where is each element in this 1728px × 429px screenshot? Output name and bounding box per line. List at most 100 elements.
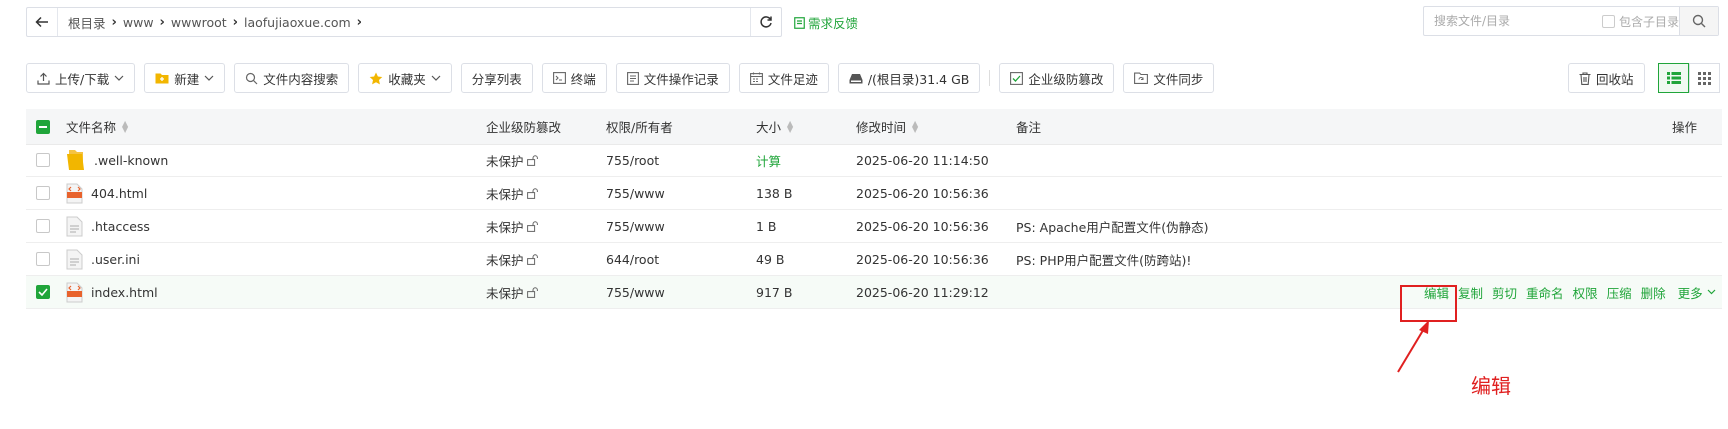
perm-cell[interactable]: 755/www xyxy=(606,177,665,209)
file-name[interactable]: .htaccess xyxy=(91,219,150,234)
feedback-link[interactable]: 需求反馈 xyxy=(794,13,858,32)
file-note[interactable]: PS: PHP用户配置文件(防跨站)! xyxy=(1016,250,1191,269)
row-checkbox-box[interactable] xyxy=(36,219,50,233)
size-cell[interactable]: 计算 xyxy=(756,144,781,176)
op-log-button[interactable]: 文件操作记录 xyxy=(615,63,730,93)
row-actions: 编辑 复制 剪切 重命名 权限 压缩 删除 更多 xyxy=(1424,276,1725,308)
table-row[interactable]: index.html 未保护 755/www 917 B 2025-06-20 11:2… xyxy=(26,276,1722,309)
row-checkbox-box[interactable] xyxy=(36,186,50,200)
disk-button[interactable]: /(根目录)31.4 GB xyxy=(837,63,981,93)
select-all-indeterminate[interactable] xyxy=(36,119,50,134)
edit-note-icon xyxy=(794,16,805,29)
file-sync-button[interactable]: 文件同步 xyxy=(1123,63,1215,93)
footprint-button[interactable]: 文件足迹 xyxy=(738,63,829,93)
unlock-icon xyxy=(526,253,538,265)
file-name[interactable]: 404.html xyxy=(91,186,147,201)
favorites-button[interactable]: 收藏夹 xyxy=(358,63,452,93)
file-name[interactable]: .user.ini xyxy=(91,252,140,267)
file-name-cell[interactable]: index.html xyxy=(66,276,158,308)
sort-icon[interactable]: ▲ ▼ xyxy=(122,119,128,133)
new-button[interactable]: 新建 xyxy=(144,63,226,93)
action-6[interactable]: 删除 xyxy=(1641,283,1666,302)
action-1[interactable]: 复制 xyxy=(1458,283,1483,302)
tamper-cell[interactable]: 未保护 xyxy=(486,243,539,275)
row-checkbox-box[interactable] xyxy=(36,285,50,299)
table-row[interactable]: 404.html 未保护 755/www 138 B 2025-06-20 10:56:… xyxy=(26,177,1722,210)
file-name-cell[interactable]: .user.ini xyxy=(66,243,140,275)
perm-cell[interactable]: 644/root xyxy=(606,243,659,275)
html-file-icon xyxy=(66,183,83,203)
terminal-button[interactable]: 终端 xyxy=(541,63,607,93)
modified-time: 2025-06-20 11:29:12 xyxy=(856,284,989,300)
perm-owner[interactable]: 644/root xyxy=(606,252,659,267)
upload-download-button[interactable]: 上传/下载 xyxy=(26,63,136,93)
perm-owner[interactable]: 755/root xyxy=(606,153,659,168)
list-view-button[interactable] xyxy=(1658,63,1689,93)
search-input[interactable] xyxy=(1432,13,1586,29)
col-mtime[interactable]: 修改时间 ▲ ▼ xyxy=(856,109,918,144)
file-name-cell[interactable]: 404.html xyxy=(66,177,147,209)
include-subdir-checkbox[interactable] xyxy=(1602,14,1615,28)
action-4[interactable]: 权限 xyxy=(1573,283,1598,302)
table-row[interactable]: .well-known 未保护 755/root 计算 2025-06-20 11:14… xyxy=(26,144,1722,177)
content-search-button[interactable]: 文件内容搜索 xyxy=(234,63,350,93)
file-note[interactable]: PS: Apache用户配置文件(伪静态) xyxy=(1016,217,1209,236)
col-tamper-label: 企业级防篡改 xyxy=(486,120,562,135)
refresh-button[interactable] xyxy=(750,8,781,36)
file-name-cell[interactable]: .htaccess xyxy=(66,210,150,242)
col-perm-label: 权限/所有者 xyxy=(606,120,673,135)
crumb-root[interactable]: 根目录 xyxy=(68,13,106,32)
back-button[interactable] xyxy=(27,8,58,36)
tamper-protect-button[interactable]: 企业级防篡改 xyxy=(999,63,1115,93)
more-actions-button[interactable]: 更多 xyxy=(1678,283,1716,302)
action-5[interactable]: 压缩 xyxy=(1607,283,1632,302)
action-2[interactable]: 剪切 xyxy=(1492,283,1517,302)
perm-owner[interactable]: 755/www xyxy=(606,219,665,234)
tamper-status: 未保护 xyxy=(486,153,524,169)
search-button[interactable] xyxy=(1679,7,1718,35)
crumb-www[interactable]: www xyxy=(123,15,154,30)
row-checkbox[interactable] xyxy=(36,276,50,308)
modified-time: 2025-06-20 10:56:36 xyxy=(856,185,989,201)
crumb-site[interactable]: laofujiaoxue.com xyxy=(244,15,351,30)
perm-cell[interactable]: 755/www xyxy=(606,210,665,242)
share-list-button[interactable]: 分享列表 xyxy=(460,63,533,93)
tamper-cell[interactable]: 未保护 xyxy=(486,210,539,242)
grid-view-button[interactable] xyxy=(1689,63,1720,93)
row-checkbox[interactable] xyxy=(36,243,50,275)
table-row[interactable]: .user.ini 未保护 644/root 49 B 2025-06-20 10:56… xyxy=(26,243,1722,276)
select-all-checkbox[interactable] xyxy=(36,109,50,144)
file-size[interactable]: 计算 xyxy=(756,151,781,170)
col-size[interactable]: 大小 ▲ ▼ xyxy=(756,109,793,144)
sort-icon[interactable]: ▲ ▼ xyxy=(787,119,793,133)
col-name[interactable]: 文件名称 ▲ ▼ xyxy=(66,109,128,144)
check-icon xyxy=(38,288,48,296)
perm-cell[interactable]: 755/www xyxy=(606,276,665,308)
row-checkbox-box[interactable] xyxy=(36,252,50,266)
table-row[interactable]: .htaccess 未保护 755/www 1 B 2025-06-20 10:56:3… xyxy=(26,210,1722,243)
row-checkbox[interactable] xyxy=(36,210,50,242)
perm-owner[interactable]: 755/www xyxy=(606,186,665,201)
file-name[interactable]: .well-known xyxy=(94,153,168,168)
note-cell[interactable]: PS: Apache用户配置文件(伪静态) xyxy=(1016,210,1209,242)
tamper-cell[interactable]: 未保护 xyxy=(486,177,539,209)
crumb-wwwroot[interactable]: wwwroot xyxy=(171,15,227,30)
terminal-icon xyxy=(552,72,566,84)
file-name[interactable]: index.html xyxy=(91,285,158,300)
tamper-cell[interactable]: 未保护 xyxy=(486,144,539,176)
include-subdir-option[interactable]: 包含子目录 xyxy=(1602,13,1679,30)
row-checkbox[interactable] xyxy=(36,144,50,176)
note-cell[interactable]: PS: PHP用户配置文件(防跨站)! xyxy=(1016,243,1191,275)
tamper-status: 未保护 xyxy=(486,285,524,301)
row-checkbox-box[interactable] xyxy=(36,153,50,167)
sort-icon[interactable]: ▲ ▼ xyxy=(912,119,918,133)
perm-owner[interactable]: 755/www xyxy=(606,285,665,300)
action-3[interactable]: 重命名 xyxy=(1526,283,1564,302)
perm-cell[interactable]: 755/root xyxy=(606,144,659,176)
file-name-cell[interactable]: .well-known xyxy=(66,144,168,176)
tamper-cell[interactable]: 未保护 xyxy=(486,276,539,308)
row-checkbox[interactable] xyxy=(36,177,50,209)
recycle-bin-button[interactable]: 回收站 xyxy=(1568,63,1645,93)
chevron-down-icon xyxy=(431,75,441,81)
col-name-label: 文件名称 xyxy=(66,120,117,135)
